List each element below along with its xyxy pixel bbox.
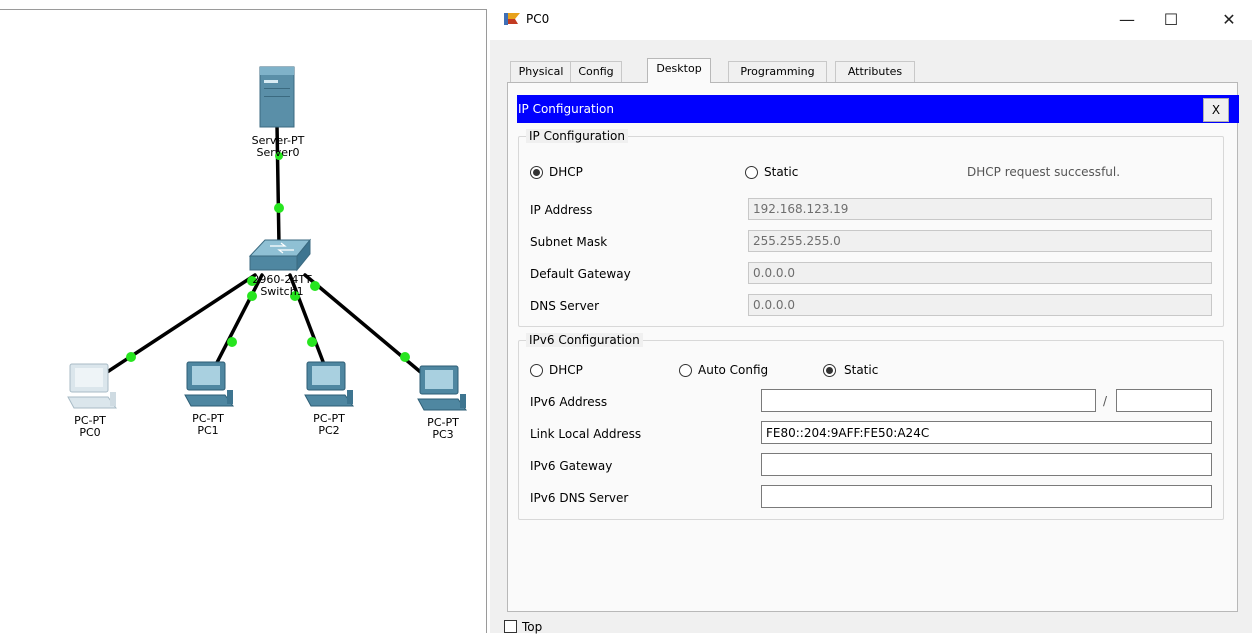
ipv6-group-title: IPv6 Configuration bbox=[526, 333, 643, 347]
subnet-mask-label: Subnet Mask bbox=[530, 235, 608, 249]
ip-address-field[interactable] bbox=[748, 198, 1212, 220]
ipv4-dhcp-label[interactable]: DHCP bbox=[549, 165, 583, 179]
tab-programming[interactable]: Programming bbox=[728, 61, 827, 82]
top-checkbox-label[interactable]: Top bbox=[522, 620, 542, 634]
ipv4-dhcp-radio[interactable] bbox=[530, 166, 543, 179]
subnet-mask-field[interactable] bbox=[748, 230, 1212, 252]
ipv6-prefix-field[interactable] bbox=[1116, 389, 1212, 412]
link-light bbox=[400, 352, 410, 362]
server-label[interactable]: Server-PT Server0 bbox=[252, 135, 305, 159]
pc2-icon bbox=[304, 361, 354, 407]
pc0-label[interactable]: PC-PT PC0 bbox=[74, 415, 106, 439]
ip-config-title: IP Configuration bbox=[518, 102, 614, 116]
tab-physical[interactable]: Physical bbox=[510, 61, 572, 82]
dns-server-label: DNS Server bbox=[530, 299, 599, 313]
switch-icon bbox=[248, 238, 312, 272]
ip-address-label: IP Address bbox=[530, 203, 593, 217]
top-checkbox[interactable] bbox=[504, 620, 517, 633]
pc3-name: PC3 bbox=[432, 428, 454, 441]
packet-tracer-icon bbox=[504, 13, 520, 25]
ipv6-dns-label: IPv6 DNS Server bbox=[530, 491, 629, 505]
pc0-window: PC0 — ☐ ✕ Physical Config Desktop Progra… bbox=[490, 0, 1252, 634]
default-gateway-label: Default Gateway bbox=[530, 267, 631, 281]
default-gateway-field[interactable] bbox=[748, 262, 1212, 284]
pc1-name: PC1 bbox=[197, 424, 219, 437]
server-icon bbox=[259, 66, 295, 128]
ipv6-dns-field[interactable] bbox=[761, 485, 1212, 508]
ipv4-group-title: IP Configuration bbox=[526, 129, 628, 143]
window-titlebar[interactable]: PC0 — ☐ ✕ bbox=[490, 0, 1252, 40]
pc1-icon bbox=[184, 361, 234, 407]
prefix-separator: / bbox=[1103, 394, 1108, 408]
minimize-button[interactable]: — bbox=[1115, 8, 1139, 32]
link-local-label: Link Local Address bbox=[530, 427, 642, 441]
ip-config-close-button[interactable]: X bbox=[1203, 98, 1229, 122]
tab-desktop[interactable]: Desktop bbox=[647, 58, 711, 83]
link-local-field[interactable] bbox=[761, 421, 1212, 444]
ipv6-address-field[interactable] bbox=[761, 389, 1096, 412]
window-title: PC0 bbox=[526, 12, 550, 26]
ipv6-static-label[interactable]: Static bbox=[844, 363, 878, 377]
link-light bbox=[126, 352, 136, 362]
ipv6-static-radio[interactable] bbox=[823, 364, 836, 377]
link-light bbox=[307, 337, 317, 347]
ipv6-dhcp-radio[interactable] bbox=[530, 364, 543, 377]
tab-attributes[interactable]: Attributes bbox=[835, 61, 915, 82]
switch-name: Switch1 bbox=[260, 285, 304, 298]
link-light bbox=[274, 203, 284, 213]
ipv6-address-label: IPv6 Address bbox=[530, 395, 608, 409]
ipv6-dhcp-label[interactable]: DHCP bbox=[549, 363, 583, 377]
dhcp-status-text: DHCP request successful. bbox=[967, 165, 1121, 179]
pc3-label[interactable]: PC-PT PC3 bbox=[427, 417, 459, 441]
link-switch-pc0 bbox=[93, 273, 257, 382]
pc0-name: PC0 bbox=[79, 426, 101, 439]
topology-links bbox=[67, 66, 467, 411]
tab-config[interactable]: Config bbox=[570, 61, 622, 82]
dns-server-field[interactable] bbox=[748, 294, 1212, 316]
server-name: Server0 bbox=[256, 146, 300, 159]
maximize-button[interactable]: ☐ bbox=[1159, 8, 1183, 32]
pc1-label[interactable]: PC-PT PC1 bbox=[192, 413, 224, 437]
close-button[interactable]: ✕ bbox=[1217, 8, 1241, 32]
pc3-icon bbox=[417, 365, 467, 411]
link-light bbox=[227, 337, 237, 347]
ipv6-gateway-field[interactable] bbox=[761, 453, 1212, 476]
ipv6-gateway-label: IPv6 Gateway bbox=[530, 459, 613, 473]
switch-label[interactable]: 2960-24TT Switch1 bbox=[252, 274, 311, 298]
ipv4-static-label[interactable]: Static bbox=[764, 165, 798, 179]
pc2-label[interactable]: PC-PT PC2 bbox=[313, 413, 345, 437]
ipv4-static-radio[interactable] bbox=[745, 166, 758, 179]
topology-canvas[interactable]: Server-PT Server0 2960-24TT Switch1 PC-P… bbox=[0, 0, 490, 633]
pc2-name: PC2 bbox=[318, 424, 340, 437]
ipv6-auto-radio[interactable] bbox=[679, 364, 692, 377]
ipv6-auto-label[interactable]: Auto Config bbox=[698, 363, 768, 377]
ip-config-titlebar: IP Configuration X bbox=[517, 95, 1239, 123]
